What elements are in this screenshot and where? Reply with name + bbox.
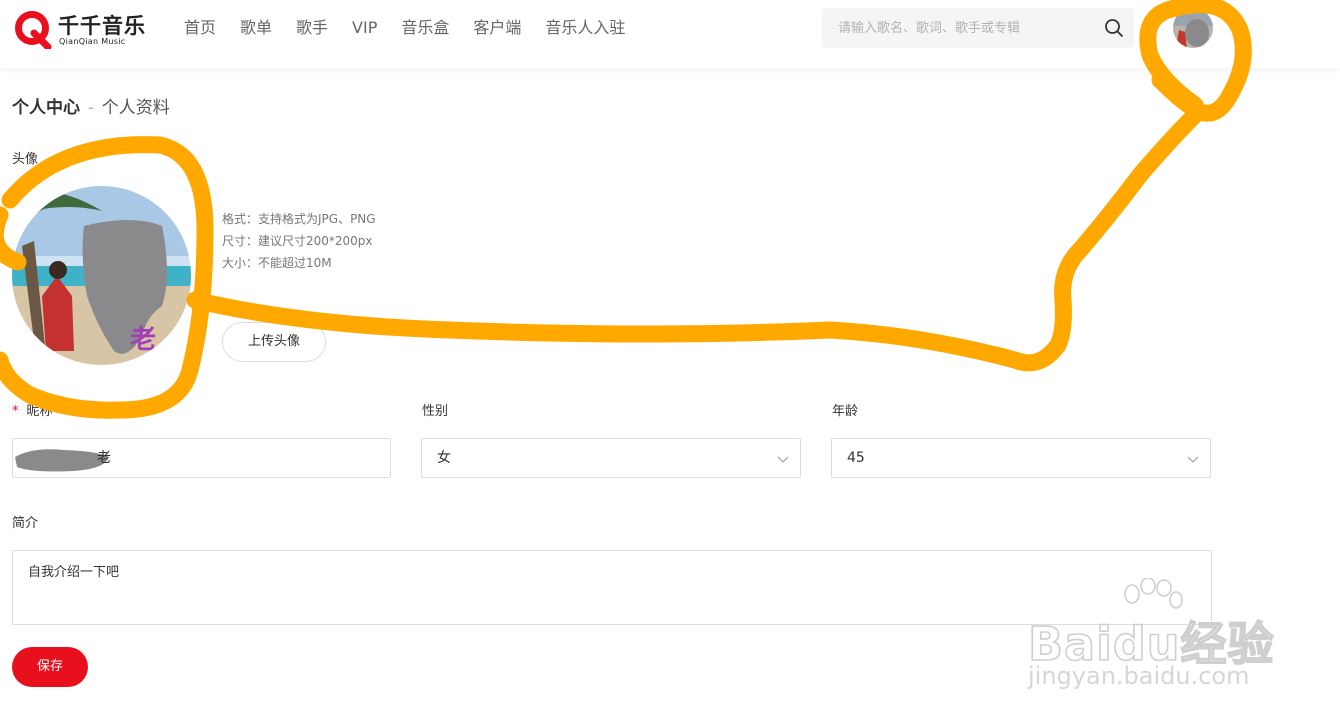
search-input[interactable] xyxy=(822,8,1092,48)
required-mark: * xyxy=(12,404,19,419)
page-subtitle: 个人资料 xyxy=(101,98,170,118)
gender-value: 女 xyxy=(437,450,451,466)
avatar-overlay-text: 老 xyxy=(130,325,156,355)
gender-select[interactable]: 女 xyxy=(421,438,801,478)
nav-vip[interactable]: VIP xyxy=(352,17,377,39)
logo-text: 千千音乐 xyxy=(58,14,146,38)
main-nav: 首页 歌单 歌手 VIP 音乐盒 客户端 音乐人入驻 xyxy=(184,17,649,39)
logo-subtext: QianQian Music xyxy=(59,37,126,46)
breadcrumb-separator: - xyxy=(88,98,94,117)
watermark: Baidu经验 jingyan.baidu.com xyxy=(1027,578,1328,698)
bio-label: 简介 xyxy=(12,516,39,531)
top-header: 千千音乐 QianQian Music 首页 歌单 歌手 VIP 音乐盒 客户端… xyxy=(0,0,1340,68)
nickname-value: 老 xyxy=(97,450,111,466)
upload-avatar-button[interactable]: 上传头像 xyxy=(222,322,326,362)
tip-filesize: 大小：不能超过10M xyxy=(222,256,332,270)
age-select[interactable]: 45 xyxy=(831,438,1211,478)
nav-artists[interactable]: 歌手 xyxy=(296,17,328,39)
avatar-label: 头像 xyxy=(12,152,39,167)
save-button[interactable]: 保存 xyxy=(12,647,88,687)
user-avatar[interactable] xyxy=(1173,8,1213,48)
watermark-url: jingyan.baidu.com xyxy=(1028,662,1250,690)
search-icon[interactable] xyxy=(1104,18,1124,38)
tip-format: 格式：支持格式为JPG、PNG xyxy=(222,212,376,226)
nav-home[interactable]: 首页 xyxy=(184,17,216,39)
avatar-tips: 格式：支持格式为JPG、PNG 尺寸：建议尺寸200*200px 大小：不能超过… xyxy=(222,208,376,274)
nickname-label-text: 昵称 xyxy=(26,404,53,419)
avatar-photo: 老 xyxy=(12,186,191,365)
nav-client[interactable]: 客户端 xyxy=(473,17,521,39)
profile-avatar[interactable]: 老 xyxy=(12,186,191,365)
chevron-down-icon xyxy=(1187,456,1199,463)
gender-label: 性别 xyxy=(422,404,449,419)
age-label: 年龄 xyxy=(832,404,859,419)
nav-musician-join[interactable]: 音乐人入驻 xyxy=(545,17,625,39)
breadcrumb: 个人中心 - 个人资料 xyxy=(12,96,170,120)
nav-music-box[interactable]: 音乐盒 xyxy=(401,17,449,39)
logo[interactable]: 千千音乐 QianQian Music xyxy=(14,9,146,49)
chevron-down-icon xyxy=(777,456,789,463)
nickname-label: * 昵称 xyxy=(12,400,53,419)
nav-playlists[interactable]: 歌单 xyxy=(240,17,272,39)
search-box xyxy=(822,8,1134,48)
tip-size: 尺寸：建议尺寸200*200px xyxy=(222,234,373,248)
avatar-image xyxy=(1173,8,1213,48)
logo-icon xyxy=(15,11,52,49)
nickname-field[interactable]: 老 xyxy=(12,438,391,478)
age-value: 45 xyxy=(847,450,865,466)
profile-page: 千千音乐 QianQian Music 首页 歌单 歌手 VIP 音乐盒 客户端… xyxy=(0,0,1340,724)
page-title: 个人中心 xyxy=(12,98,80,118)
